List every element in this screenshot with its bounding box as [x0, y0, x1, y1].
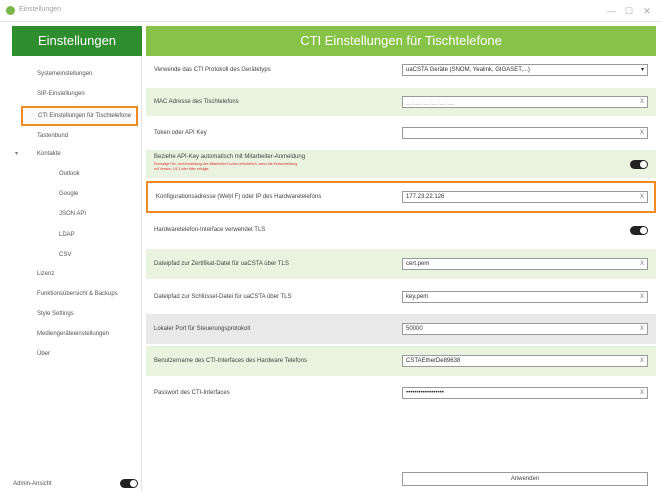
mac-address-field[interactable]: __:__:__:__:__:__ X — [402, 96, 648, 108]
settings-row-cert-path: Dateipfad zur Zertifikat-Datei für uaCST… — [146, 249, 656, 279]
field-value: __:__:__:__:__:__ — [406, 99, 455, 105]
sidebar-item-ldap[interactable]: LDAP — [12, 226, 138, 244]
token-field[interactable]: X — [402, 127, 648, 139]
sidebar-header: Einstellungen — [12, 26, 142, 56]
clear-icon[interactable]: X — [640, 388, 644, 398]
settings-row-username: Benutzername des CTI-Interfaces des Hard… — [146, 346, 656, 376]
field-value: CSTAEtherDe89638 — [406, 358, 461, 364]
config-address-field[interactable]: 177.23.22.126 X — [402, 191, 648, 203]
settings-row-auto-api-key: Beziehe API-Key automatisch mit Mitarbei… — [146, 150, 656, 178]
sidebar-item-json-api[interactable]: JSON API — [12, 205, 138, 223]
row-label: Passwort des CTI-Interfaces — [154, 390, 230, 396]
settings-row-local-port: Lokaler Port für Steuerungsprotokoll 500… — [146, 314, 656, 344]
sidebar-item-ueber[interactable]: Über — [12, 345, 138, 363]
app-icon — [6, 6, 15, 15]
row-label: Token oder API Key — [154, 130, 207, 136]
field-value: 50000 — [406, 326, 423, 332]
row-label: Beziehe API-Key automatisch mit Mitarbei… — [154, 154, 306, 160]
sidebar-item-tastenbund[interactable]: Tastenbund — [12, 127, 138, 145]
username-field[interactable]: CSTAEtherDe89638 X — [402, 355, 648, 367]
sidebar-item-kontakte[interactable]: Kontakte — [12, 145, 138, 163]
sidebar-item-csv[interactable]: CSV — [12, 246, 138, 264]
sidebar-item-outlook[interactable]: Outlook — [12, 165, 138, 183]
admin-view-toggle[interactable] — [120, 479, 138, 488]
sidebar-item-cti-einstellungen[interactable]: CTI Einstellungen für Tischtelefone — [21, 106, 138, 126]
auto-api-key-toggle[interactable] — [630, 160, 648, 169]
settings-row-mac: MAC Adresse des Tischtelefons __:__:__:_… — [146, 88, 656, 116]
sidebar-item-sip-einstellungen[interactable]: SIP-Einstellungen — [12, 85, 138, 103]
settings-row-protocol: Verwende das CTI Protokoll des Gerätetyp… — [146, 58, 656, 82]
clear-icon[interactable]: X — [640, 259, 644, 269]
local-port-field[interactable]: 50000 X — [402, 323, 648, 335]
sidebar-item-google[interactable]: Google — [12, 185, 138, 203]
chevron-down-icon[interactable]: ▾ — [641, 65, 644, 75]
clear-icon[interactable]: X — [640, 292, 644, 302]
clear-icon[interactable]: X — [640, 324, 644, 334]
sidebar-item-style-settings[interactable]: Style Settings — [12, 305, 138, 323]
row-label: MAC Adresse des Tischtelefons — [154, 99, 239, 105]
admin-view-label: Admin-Ansicht — [13, 481, 52, 487]
sidebar-item-mediengeraete[interactable]: Mediengeräteeinstellungen — [12, 325, 138, 343]
window-title: Einstellungen — [19, 6, 62, 13]
row-label: Lokaler Port für Steuerungsprotokoll — [154, 326, 251, 332]
protocol-select[interactable]: uaCSTA Geräte (SNOM, Yealink, GIGASET,..… — [402, 64, 648, 76]
row-note: Einmalige Hin- und Anmeldung des Mitarbe… — [154, 162, 298, 166]
title-bar: Einstellungen — ☐ ✕ — [0, 0, 662, 22]
sidebar-item-funktionsuebersicht[interactable]: Funktionsübersicht & Backups — [12, 285, 138, 303]
close-button[interactable]: ✕ — [638, 4, 656, 18]
field-value: 177.23.22.126 — [406, 194, 445, 200]
row-label: Konfigurationsadresse (Webl F) oder IP d… — [156, 194, 322, 200]
sidebar-item-systemeinstellungen[interactable]: Systemeinstellungen — [12, 65, 138, 83]
row-label: Hardwaretelefon-Interface verwendet TLS — [154, 227, 266, 233]
clear-icon[interactable]: X — [640, 356, 644, 366]
row-label: Dateipfad zur Zertifikat-Datei für uaCST… — [154, 261, 289, 267]
row-label: Dateipfad zur Schlüssel-Datei für uaCSTA… — [154, 294, 292, 300]
field-value: key.pem — [406, 294, 429, 300]
clear-icon[interactable]: X — [640, 97, 644, 107]
maximize-button[interactable]: ☐ — [620, 4, 638, 18]
row-label: Verwende das CTI Protokoll des Gerätetyp… — [154, 67, 271, 73]
row-label: Benutzername des CTI-Interfaces des Hard… — [154, 358, 307, 364]
key-path-field[interactable]: key.pem X — [402, 291, 648, 303]
clear-icon[interactable]: X — [640, 192, 644, 202]
settings-row-tls: Hardwaretelefon-Interface verwendet TLS — [146, 215, 656, 245]
settings-row-key-path: Dateipfad zur Schlüssel-Datei für uaCSTA… — [146, 282, 656, 312]
page-title: CTI Einstellungen für Tischtelefone — [146, 26, 656, 56]
cert-path-field[interactable]: cert.pem X — [402, 258, 648, 270]
select-value: uaCSTA Geräte (SNOM, Yealink, GIGASET,..… — [406, 67, 530, 73]
settings-row-config-address: Konfigurationsadresse (Webl F) oder IP d… — [146, 181, 656, 213]
field-value: •••••••••••••••••• — [406, 390, 444, 396]
row-note: mit Version 1.8.3 oder älter erfolgte. — [154, 167, 210, 171]
sidebar-item-lizenz[interactable]: Lizenz — [12, 265, 138, 283]
field-value: cert.pem — [406, 261, 430, 267]
password-field[interactable]: •••••••••••••••••• X — [402, 387, 648, 399]
clear-icon[interactable]: X — [640, 128, 644, 138]
tls-toggle[interactable] — [630, 226, 648, 235]
minimize-button[interactable]: — — [602, 4, 620, 18]
settings-row-password: Passwort des CTI-Interfaces ••••••••••••… — [146, 378, 656, 408]
apply-button[interactable]: Anwenden — [402, 472, 648, 486]
settings-row-token: Token oder API Key X — [146, 119, 656, 147]
